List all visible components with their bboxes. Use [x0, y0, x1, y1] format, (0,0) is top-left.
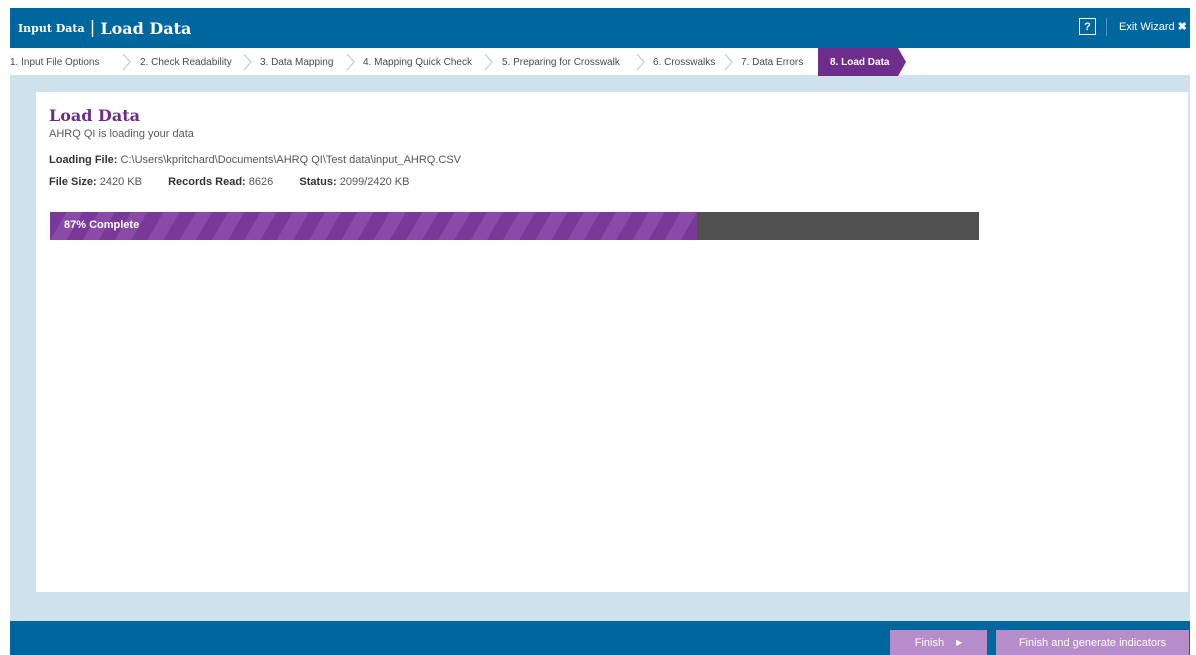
wizard-steps: 1. Input File Options 2. Check Readabili…: [10, 48, 1190, 76]
exit-wizard-button[interactable]: Exit Wizard ✖: [1119, 20, 1187, 34]
step-data-errors[interactable]: 7. Data Errors: [741, 48, 803, 76]
file-stats-line: File Size: 2420 KB Records Read: 8626 St…: [49, 176, 409, 188]
chevron-right-icon: [122, 53, 131, 71]
progress-bar: 87% Complete: [50, 212, 979, 240]
finish-label: Finish: [914, 636, 945, 649]
file-size-value: 2420 KB: [99, 176, 142, 188]
title-bar: Input Data | Load Data ? Exit Wizard ✖: [10, 8, 1190, 48]
page-subtitle: AHRQ QI is loading your data: [49, 128, 194, 140]
footer-bar: Finish ▶ Finish and generate indicators: [10, 621, 1190, 655]
records-read-label: Records Read:: [168, 176, 246, 188]
chevron-right-icon: [636, 53, 645, 71]
page-title: Load Data: [49, 106, 141, 125]
status-label: Status:: [299, 176, 337, 188]
loading-file-line: Loading File: C:\Users\kpritchard\Docume…: [49, 154, 461, 166]
finish-generate-label: Finish and generate indicators: [1018, 636, 1167, 649]
step-input-file-options[interactable]: 1. Input File Options: [10, 48, 100, 76]
step-check-readability[interactable]: 2. Check Readability: [140, 48, 232, 76]
exit-wizard-label: Exit Wizard: [1119, 20, 1175, 33]
step-label: 4. Mapping Quick Check: [363, 56, 472, 68]
chevron-right-icon: [724, 53, 733, 71]
step-label: 3. Data Mapping: [260, 56, 334, 68]
close-icon: ✖: [1177, 21, 1187, 33]
step-data-mapping[interactable]: 3. Data Mapping: [260, 48, 333, 76]
loading-file-path: C:\Users\kpritchard\Documents\AHRQ QI\Te…: [120, 154, 462, 166]
title-separator: |: [89, 18, 96, 38]
play-arrow-icon: ▶: [956, 638, 963, 647]
step-preparing-for-crosswalk[interactable]: 5. Preparing for Crosswalk: [502, 48, 620, 76]
file-size-label: File Size:: [49, 176, 97, 188]
step-label: 2. Check Readability: [140, 56, 232, 68]
finish-button[interactable]: Finish ▶: [890, 630, 987, 655]
step-label: 6. Crosswalks: [653, 56, 716, 68]
progress-label: 87% Complete: [64, 219, 140, 231]
page-heading: Load Data: [100, 18, 192, 38]
chevron-right-icon: [484, 53, 493, 71]
step-label: 7. Data Errors: [741, 56, 804, 68]
finish-generate-button[interactable]: Finish and generate indicators: [996, 630, 1189, 655]
help-icon: ?: [1084, 20, 1091, 33]
chevron-right-icon: [346, 53, 355, 71]
step-mapping-quick-check[interactable]: 4. Mapping Quick Check: [363, 48, 472, 76]
help-button[interactable]: ?: [1079, 18, 1096, 35]
chevron-right-icon: [243, 53, 252, 71]
status-value: 2099/2420 KB: [339, 176, 410, 188]
loading-file-label: Loading File:: [49, 154, 118, 166]
step-crosswalks[interactable]: 6. Crosswalks: [653, 48, 715, 76]
title-divider: [1106, 18, 1107, 36]
step-label: 8. Load Data: [830, 56, 890, 68]
active-step-arrow: [898, 48, 906, 76]
records-read-value: 8626: [248, 176, 274, 188]
step-load-data[interactable]: 8. Load Data: [818, 48, 898, 76]
step-label: 5. Preparing for Crosswalk: [502, 56, 620, 68]
wizard-window: Input Data | Load Data ? Exit Wizard ✖ 1…: [10, 8, 1190, 655]
content-panel: Load Data AHRQ QI is loading your data L…: [36, 92, 1188, 592]
step-label: 1. Input File Options: [10, 56, 100, 68]
progress-fill: [50, 212, 697, 240]
section-title: Input Data: [18, 21, 85, 35]
